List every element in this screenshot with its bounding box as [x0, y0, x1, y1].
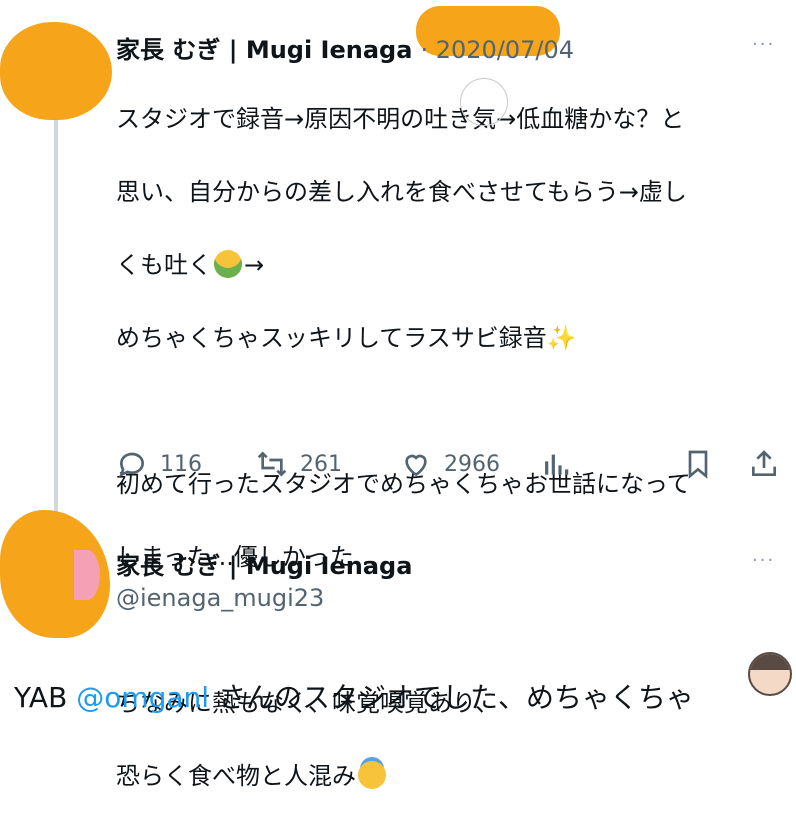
bookmark-button[interactable]: [682, 448, 726, 480]
text-line: 恐らく食べ物と人混み: [116, 758, 776, 795]
mini-face-icon: [748, 652, 792, 696]
avatar-edge: [74, 550, 100, 600]
text-line: 思い、自分からの差し入れを食べさせてもらう→虚し: [116, 177, 687, 206]
user-handle[interactable]: @ienaga_mugi23: [116, 584, 324, 612]
bookmark-icon: [688, 450, 708, 479]
text-segment: さんのスタジオでした、めちゃくちゃ: [209, 681, 694, 714]
more-options-icon[interactable]: ···: [752, 34, 775, 55]
mention-link[interactable]: @omganl: [76, 681, 209, 714]
tweet-header: 家長 むぎ | Mugi Ienaga · 2020/07/04: [116, 30, 574, 65]
thread-line: [54, 118, 58, 518]
reply-count: 116: [160, 451, 202, 477]
reply-icon: [119, 452, 145, 478]
analytics-button[interactable]: [540, 448, 584, 480]
tweet-text: YAB @omganl さんのスタジオでした、めちゃくちゃ: [14, 676, 694, 716]
share-icon: [752, 450, 776, 476]
touch-cursor: [460, 78, 508, 126]
text-segment: YAB: [14, 681, 77, 714]
display-name[interactable]: 家長 むぎ | Mugi Ienaga: [116, 30, 412, 65]
vomiting-emoji-icon: [214, 249, 242, 278]
retweet-icon: [257, 451, 287, 477]
display-name[interactable]: 家長 むぎ | Mugi Ienaga: [116, 546, 412, 581]
text-line: スタジオで録音→原因不明の吐き気→低血糖かな？と: [116, 104, 685, 133]
text-line: めちゃくちゃスッキリしてラスサビ録音✨: [116, 320, 776, 357]
tweet-actions: 116 261 2966: [116, 448, 786, 488]
text-line: くも吐く →: [116, 247, 776, 284]
analytics-icon: [545, 454, 569, 475]
share-button[interactable]: [748, 448, 792, 480]
more-options-icon[interactable]: ···: [752, 550, 775, 571]
reply-button[interactable]: 116: [116, 448, 202, 480]
text-segment: 恐らく食べ物と人混み: [116, 761, 356, 790]
sparkles-emoji-icon: ✨: [546, 323, 577, 352]
halo-emoji-icon: [358, 760, 386, 789]
retweet-count: 261: [300, 451, 342, 477]
like-button[interactable]: 2966: [400, 448, 500, 480]
tweet-date[interactable]: · 2020/07/04: [420, 36, 574, 64]
arrow-text: →: [244, 250, 265, 279]
avatar[interactable]: [0, 22, 112, 120]
text-segment: めちゃくちゃスッキリしてラスサビ録音: [116, 323, 547, 352]
text-segment: くも吐く: [116, 250, 212, 279]
like-icon: [405, 454, 427, 477]
retweet-button[interactable]: 261: [256, 448, 342, 480]
hair-shape: [750, 654, 790, 670]
like-count: 2966: [444, 451, 500, 477]
